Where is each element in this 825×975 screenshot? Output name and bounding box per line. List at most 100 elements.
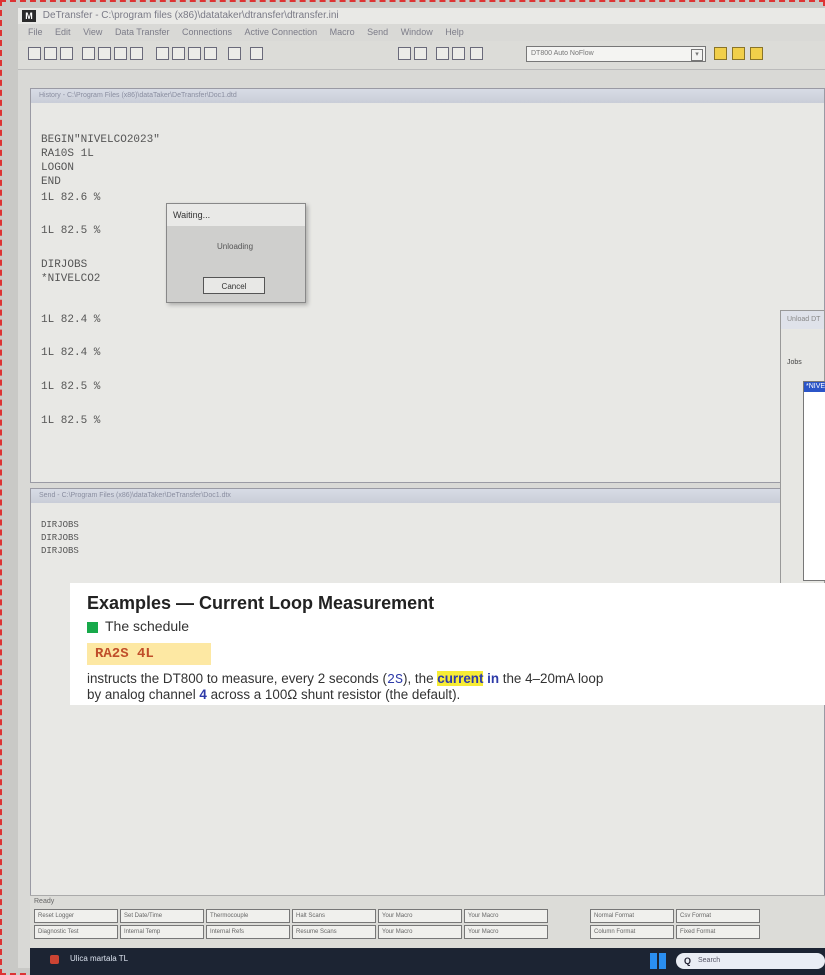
menu-help[interactable]: Help [445, 27, 464, 37]
macro-stop-icon[interactable] [750, 47, 763, 60]
windows-start-icon[interactable] [650, 953, 666, 969]
history-line: 1L 82.6 % [41, 192, 101, 204]
tile-window-icon[interactable] [156, 47, 169, 60]
internal-refs-button[interactable]: Internal Refs [206, 925, 290, 939]
excerpt-line-2: by analog channel 4 across a 100Ω shunt … [87, 687, 460, 702]
send-icon[interactable] [436, 47, 449, 60]
macro-button[interactable]: Your Macro [378, 925, 462, 939]
history-line: 1L 82.4 % [41, 347, 101, 359]
print-icon[interactable] [228, 47, 241, 60]
menu-view[interactable]: View [83, 27, 102, 37]
menu-macro[interactable]: Macro [330, 27, 355, 37]
app-logo-icon: M [22, 10, 36, 22]
history-window: History - C:\Program Files (x86)\dataTak… [30, 88, 825, 483]
unload-panel: Unload DT Jobs *NIVELCO [780, 310, 825, 590]
unload-panel-title: Unload DT [781, 311, 824, 329]
reset-logger-button[interactable]: Reset Logger [34, 909, 118, 923]
history-line: 1L 82.5 % [41, 381, 101, 393]
waiting-dialog-title: Waiting... [167, 204, 305, 226]
cancel-button[interactable]: Cancel [203, 277, 265, 294]
column-format-button[interactable]: Column Format [590, 925, 674, 939]
menu-edit[interactable]: Edit [55, 27, 71, 37]
unload-icon[interactable] [452, 47, 465, 60]
schedule-code: RA2S 4L [87, 643, 211, 665]
menu-window[interactable]: Window [401, 27, 433, 37]
open-file-icon[interactable] [44, 47, 57, 60]
send-output[interactable]: DIRJOBS DIRJOBS DIRJOBS [41, 519, 79, 558]
fixed-format-button[interactable]: Fixed Format [676, 925, 760, 939]
menu-file[interactable]: File [28, 27, 43, 37]
send-window-title: Send - C:\Program Files (x86)\dataTaker\… [31, 489, 824, 503]
history-line: 1L 82.5 % [41, 415, 101, 427]
cascade-window-icon[interactable] [172, 47, 185, 60]
excerpt-heading: Examples — Current Loop Measurement [87, 593, 435, 613]
waiting-dialog: Waiting... Unloading Cancel [166, 203, 306, 303]
history-line: DIRJOBS [41, 259, 88, 271]
history-line: LOGON [41, 162, 75, 174]
history-line: 1L 82.4 % [41, 314, 101, 326]
send-line: DIRJOBS [41, 546, 79, 556]
macro-button[interactable]: Your Macro [464, 909, 548, 923]
history-window-title: History - C:\Program Files (x86)\dataTak… [31, 89, 824, 103]
thermocouple-button[interactable]: Thermocouple [206, 909, 290, 923]
status-ready: Ready [34, 898, 55, 905]
chevron-down-icon: ▾ [691, 49, 703, 61]
excerpt-line-1: instructs the DT800 to measure, every 2 … [87, 671, 603, 688]
excerpt-text: across a 100Ω shunt resistor (the defaul… [206, 687, 461, 702]
excerpt-highlight: current [437, 671, 484, 686]
resume-scans-button[interactable]: Resume Scans [292, 925, 376, 939]
save-icon[interactable] [60, 47, 73, 60]
help-icon[interactable] [250, 47, 263, 60]
disconnect-icon[interactable] [414, 47, 427, 60]
history-line: END [41, 176, 61, 188]
excerpt-code: 2S [386, 673, 404, 688]
excerpt-highlight: in [487, 671, 500, 686]
excerpt-text: by analog channel [87, 687, 200, 702]
taskbar-app-label: Ulica martala TL [70, 954, 129, 963]
jobs-listbox[interactable]: *NIVELCO [803, 381, 825, 581]
normal-format-button[interactable]: Normal Format [590, 909, 674, 923]
set-date-time-button[interactable]: Set Date/Time [120, 909, 204, 923]
excerpt-text: ), the [403, 671, 438, 686]
bullet-square-icon [87, 622, 98, 633]
excerpt-text: the 4–20mA loop [499, 671, 604, 686]
copy-icon[interactable] [98, 47, 111, 60]
new-file-icon[interactable] [28, 47, 41, 60]
selected-job-item[interactable]: *NIVELCO [804, 382, 825, 392]
app-title: DeTransfer - C:\program files (x86)\data… [42, 10, 339, 21]
send-line: DIRJOBS [41, 533, 79, 543]
internal-temp-button[interactable]: Internal Temp [120, 925, 204, 939]
split-window-icon[interactable] [204, 47, 217, 60]
cut-icon[interactable] [82, 47, 95, 60]
connection-select-value: DT800 Auto NoFlow [531, 50, 594, 57]
program-icon[interactable] [470, 47, 483, 60]
menu-send[interactable]: Send [367, 27, 388, 37]
send-line: DIRJOBS [41, 520, 79, 530]
menu-data-transfer[interactable]: Data Transfer [115, 27, 170, 37]
macro-button[interactable]: Your Macro [464, 925, 548, 939]
menu-active-connection[interactable]: Active Connection [245, 27, 318, 37]
halt-scans-button[interactable]: Halt Scans [292, 909, 376, 923]
waiting-dialog-message: Unloading [217, 242, 254, 251]
excerpt-text: instructs the DT800 to measure, every 2 … [87, 671, 387, 686]
history-line: RA10S 1L [41, 148, 94, 160]
csv-format-button[interactable]: Csv Format [676, 909, 760, 923]
search-icon: Q [684, 956, 692, 966]
paste-icon[interactable] [114, 47, 127, 60]
macro-button[interactable]: Your Macro [378, 909, 462, 923]
menu-connections[interactable]: Connections [182, 27, 232, 37]
history-line: *NIVELCO2 [41, 273, 101, 285]
arrange-window-icon[interactable] [188, 47, 201, 60]
diagnostic-test-button[interactable]: Diagnostic Test [34, 925, 118, 939]
macro-run-icon[interactable] [732, 47, 745, 60]
os-taskbar: Ulica martala TL Q Search [30, 948, 825, 975]
menu-bar: File Edit View Data Transfer Connections… [18, 24, 825, 40]
clear-icon[interactable] [130, 47, 143, 60]
macro-icon[interactable] [714, 47, 727, 60]
weather-icon[interactable] [50, 955, 59, 964]
taskbar-search[interactable]: Q Search [676, 953, 825, 969]
connect-icon[interactable] [398, 47, 411, 60]
connection-select[interactable]: DT800 Auto NoFlow ▾ [526, 46, 706, 62]
taskbar-search-placeholder: Search [698, 957, 721, 964]
history-line: 1L 82.5 % [41, 225, 101, 237]
